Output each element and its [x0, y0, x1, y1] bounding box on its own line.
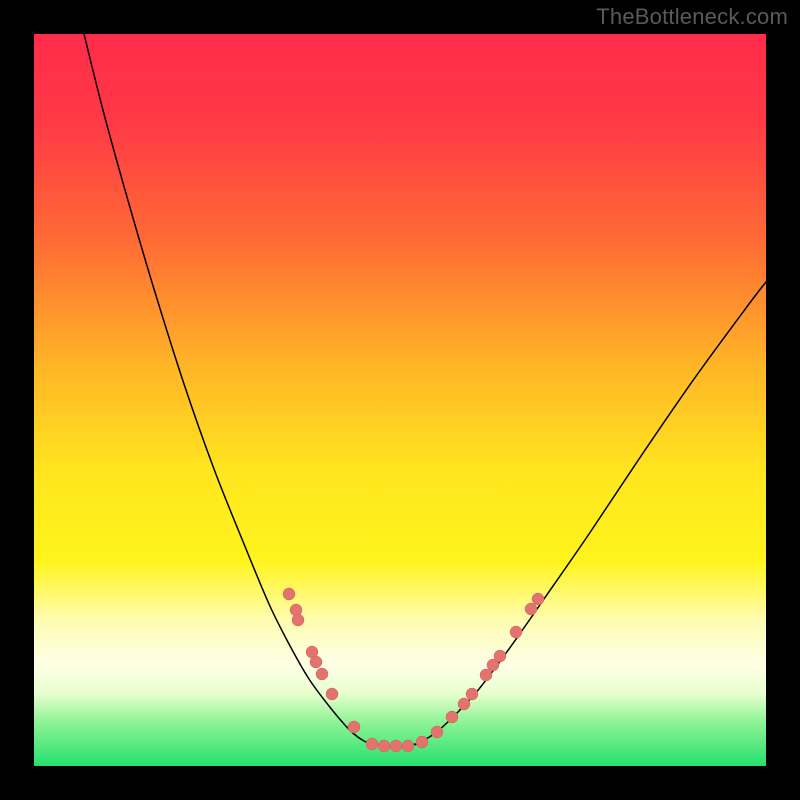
data-marker: [310, 656, 322, 668]
bottleneck-chart-svg: [34, 34, 766, 766]
data-marker: [348, 721, 360, 733]
data-marker: [326, 688, 338, 700]
data-marker: [390, 740, 402, 752]
data-marker: [446, 711, 458, 723]
data-marker: [494, 650, 506, 662]
data-marker: [525, 603, 537, 615]
data-marker: [480, 669, 492, 681]
chart-frame: TheBottleneck.com: [0, 0, 800, 800]
data-marker: [283, 588, 295, 600]
data-marker: [366, 738, 378, 750]
data-marker: [292, 614, 304, 626]
watermark-text: TheBottleneck.com: [596, 4, 788, 30]
data-marker: [378, 740, 390, 752]
gradient-background: [34, 34, 766, 766]
data-marker: [466, 688, 478, 700]
data-marker: [458, 698, 470, 710]
data-marker: [402, 740, 414, 752]
data-marker: [510, 626, 522, 638]
plot-area: [34, 34, 766, 766]
data-marker: [532, 593, 544, 605]
data-marker: [416, 736, 428, 748]
data-marker: [431, 726, 443, 738]
data-marker: [316, 668, 328, 680]
